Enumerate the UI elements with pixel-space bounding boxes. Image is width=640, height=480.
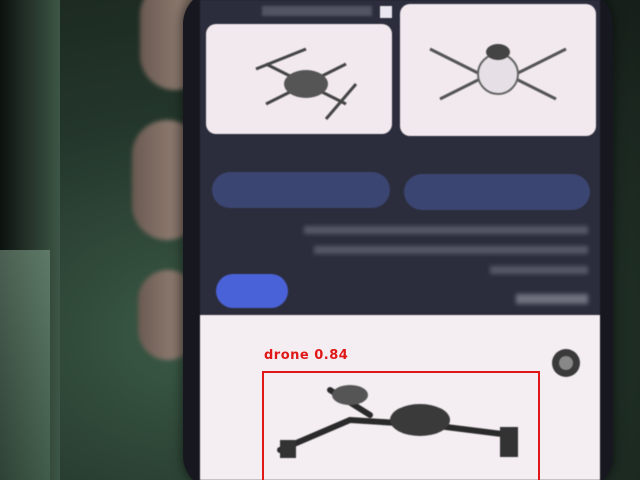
photo-scene: drone 0.84 — [0, 0, 640, 480]
blurred-text-line-3 — [490, 266, 588, 274]
detection-class: drone — [264, 348, 310, 363]
blurred-heading — [516, 294, 588, 304]
detection-label: drone 0.84 — [264, 348, 348, 363]
mirrored-button-left[interactable] — [212, 172, 390, 208]
mirrored-button-right[interactable] — [404, 174, 590, 210]
window-frame — [0, 250, 50, 480]
drone-folded-icon — [255, 47, 358, 120]
blue-chip-button[interactable] — [216, 274, 288, 308]
drone-image-card-left — [206, 24, 392, 134]
checkbox-icon — [380, 6, 392, 18]
detection-confidence: 0.84 — [314, 348, 349, 363]
drone-unfolded-icon — [429, 44, 567, 101]
blurred-text-line-1 — [304, 226, 588, 234]
detection-bounding-box — [262, 371, 540, 480]
blurred-caption — [262, 6, 372, 16]
blurred-text-line-2 — [314, 246, 588, 254]
drone-image-card-right — [400, 4, 596, 136]
